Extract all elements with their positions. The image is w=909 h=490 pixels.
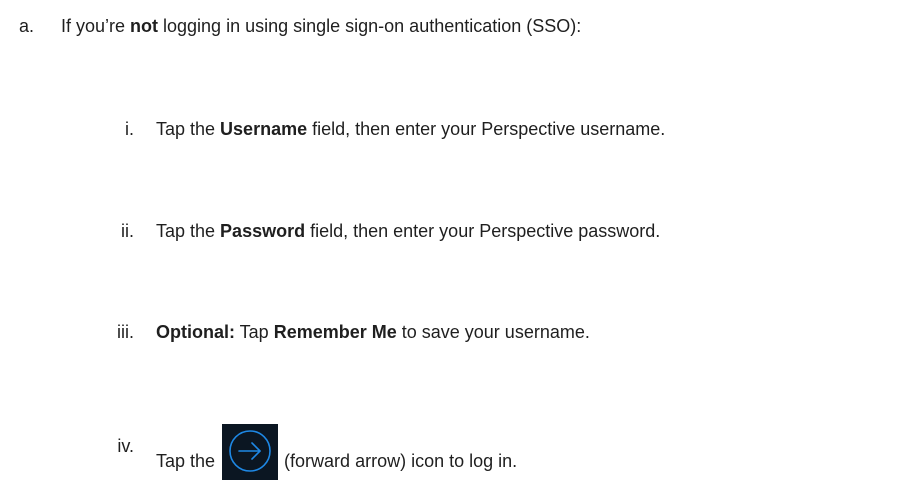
- forward-arrow-icon: [222, 424, 279, 480]
- substep-iv-text: Tap the (forward arrow) icon to log in.: [156, 424, 517, 480]
- substep-iii-text: Optional: Tap Remember Me to save your u…: [156, 320, 590, 344]
- step-a-text-before: If you’re: [61, 16, 131, 36]
- substep-ii-bold: Password: [220, 221, 306, 241]
- substep-ii-text: Tap the Password field, then enter your …: [156, 219, 660, 243]
- substep-i-marker: i.: [125, 119, 134, 139]
- substep-i-text-before: Tap the: [156, 119, 221, 139]
- substep-i-text: Tap the Username field, then enter your …: [156, 117, 665, 141]
- substep-ii-text-before: Tap the: [156, 221, 221, 241]
- substep-iv-text-before: Tap the: [156, 450, 221, 471]
- substep-iii-text-after: to save your username.: [396, 322, 590, 342]
- substep-iii-text-middle: Tap: [235, 322, 274, 342]
- step-a-text-after: logging in using single sign-on authenti…: [158, 16, 582, 36]
- substep-iv-text-after: (forward arrow) icon to log in.: [279, 450, 518, 471]
- substep-i-text-after: field, then enter your Perspective usern…: [307, 119, 666, 139]
- step-a-bold: not: [130, 16, 159, 36]
- substep-iii-bold: Remember Me: [273, 322, 397, 342]
- substep-ii-text-after: field, then enter your Perspective passw…: [305, 221, 661, 241]
- substep-iii-marker: iii.: [117, 322, 134, 342]
- substep-i-bold: Username: [220, 119, 308, 139]
- substep-iv-marker: iv.: [117, 436, 134, 456]
- substep-ii-marker: ii.: [121, 221, 134, 241]
- substep-iii-bold-lead: Optional:: [156, 322, 235, 342]
- step-a-marker: a.: [18, 16, 34, 36]
- step-a-text: If you’re not logging in using single si…: [61, 14, 581, 38]
